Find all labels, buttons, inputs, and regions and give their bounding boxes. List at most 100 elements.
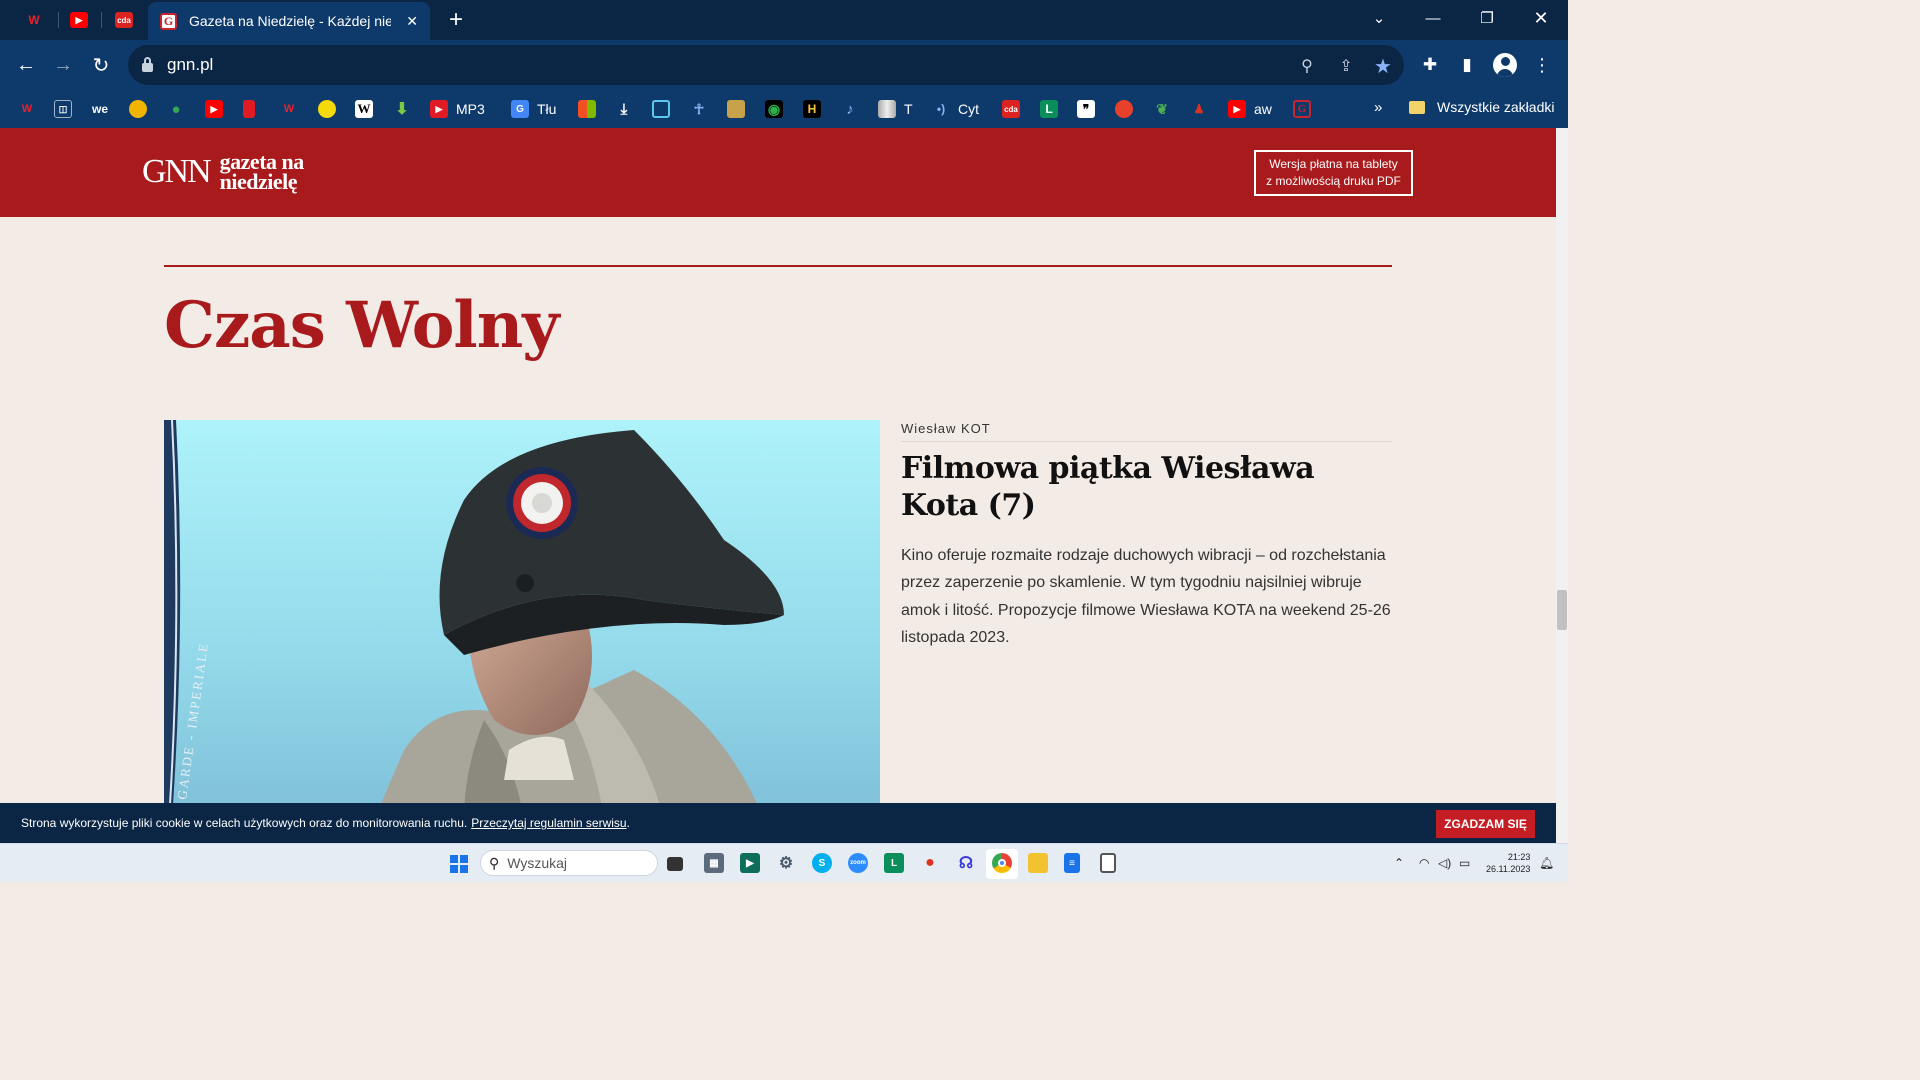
bookmark-youtube[interactable]: ▶ xyxy=(205,99,223,119)
yellow-circle-icon xyxy=(318,100,336,118)
tab-search-chevron-icon[interactable]: ⌄ xyxy=(1353,0,1405,36)
bookmark-star-icon[interactable]: ★ xyxy=(1372,55,1394,78)
tab-separator xyxy=(101,12,102,28)
bookmark-cyt[interactable]: •) Cyt xyxy=(932,99,979,119)
bookmark-gnn[interactable]: G xyxy=(1293,99,1311,119)
bookmark-leaf[interactable]: ❦ xyxy=(1153,99,1171,119)
volume-icon[interactable]: ◁) xyxy=(1438,856,1451,870)
chrome-icon[interactable] xyxy=(992,853,1012,873)
windows-start-icon[interactable] xyxy=(450,855,468,873)
notepad-icon[interactable]: ≡ xyxy=(1064,853,1080,873)
settings-gear-icon[interactable]: ⚙ xyxy=(776,853,796,873)
skype-icon[interactable]: S xyxy=(812,853,832,873)
minimize-button[interactable]: — xyxy=(1407,0,1459,36)
bookmark-cda[interactable]: cda xyxy=(1002,99,1020,119)
pinned-tab-youtube[interactable]: ▶ xyxy=(59,0,99,40)
gnn-favicon-icon: G xyxy=(160,12,177,30)
bookmark-download[interactable]: ⤓ xyxy=(615,99,633,119)
menu-kebab-icon[interactable]: ⋮ xyxy=(1531,54,1553,76)
tray-chevron-icon[interactable]: ⌃ xyxy=(1394,856,1404,870)
pdf-button-line-2: z możliwością druku PDF xyxy=(1266,174,1401,188)
pinned-tab-wp[interactable]: W xyxy=(14,0,54,40)
bookmark-brazil[interactable]: ◉ xyxy=(765,99,783,119)
task-view-icon[interactable] xyxy=(667,857,683,871)
taskbar-clock[interactable]: 21:23 26.11.2023 xyxy=(1486,851,1530,875)
close-window-button[interactable]: ✕ xyxy=(1515,0,1567,36)
zoom-icon[interactable]: zoom xyxy=(848,853,868,873)
tomato-icon xyxy=(1115,100,1133,118)
lock-icon[interactable] xyxy=(142,56,153,72)
document-icon[interactable] xyxy=(1100,853,1116,873)
pinned-tab-cda[interactable]: cda xyxy=(104,0,144,40)
bookmark-translate[interactable]: G Tłu xyxy=(511,99,556,119)
accept-cookies-button[interactable]: ZGADZAM SIĘ xyxy=(1436,810,1535,838)
url-text[interactable]: gnn.pl xyxy=(167,55,213,75)
bookmark-cat[interactable]: ◫ xyxy=(54,99,72,119)
bookmark-photo[interactable] xyxy=(727,99,745,119)
bookmark-figure[interactable]: ☥ xyxy=(690,99,708,119)
bookmark-quote[interactable]: ❞ xyxy=(1077,99,1095,119)
wp-icon: W xyxy=(21,103,33,115)
reload-button[interactable]: ↻ xyxy=(86,50,116,80)
bookmark-tomato[interactable] xyxy=(1115,99,1133,119)
bookmark-crop[interactable] xyxy=(652,99,670,119)
bookmark-mp3[interactable]: ▶ MP3 xyxy=(430,99,485,119)
figure-icon: ☥ xyxy=(693,100,705,117)
bookmark-red[interactable] xyxy=(243,99,255,119)
battery-icon[interactable]: ▭ xyxy=(1459,856,1470,870)
bookmark-we[interactable]: we xyxy=(91,99,109,119)
calculator-icon[interactable]: ▦ xyxy=(704,853,724,873)
page-scrollbar-thumb[interactable] xyxy=(1557,590,1567,630)
all-bookmarks-folder[interactable]: Wszystkie zakładki xyxy=(1409,99,1554,115)
bookmark-download-green[interactable]: ⬇ xyxy=(393,99,411,119)
gnn-logo[interactable]: GNN gazeta na niedzielę xyxy=(142,151,304,194)
music-note-icon: ♪ xyxy=(846,100,854,118)
pdf-version-button[interactable]: Wersja płatna na tablety z możliwością d… xyxy=(1254,150,1413,196)
back-button[interactable]: ← xyxy=(11,50,41,80)
bookmark-yellow[interactable] xyxy=(318,99,336,119)
notifications-bell-icon[interactable]: 🔔︎ xyxy=(1539,856,1554,870)
bookmark-red-figure[interactable]: ♟ xyxy=(1190,99,1208,119)
youtube-icon: ▶ xyxy=(70,12,88,28)
active-tab-title: Gazeta na Niedzielę - Każdej niedzieli xyxy=(189,13,391,29)
forward-button[interactable]: → xyxy=(48,50,78,80)
address-bar[interactable]: gnn.pl ⚲ ⇪ ★ xyxy=(128,45,1404,85)
paint-icon[interactable]: ● xyxy=(920,853,940,873)
file-explorer-icon[interactable] xyxy=(1028,853,1048,873)
profile-avatar[interactable] xyxy=(1493,53,1517,77)
side-panel-icon[interactable]: ▮ xyxy=(1456,54,1478,76)
bookmark-history[interactable]: H xyxy=(803,99,821,119)
extensions-icon[interactable]: ✚ xyxy=(1419,54,1441,76)
cda-icon: cda xyxy=(1002,100,1020,118)
share-icon[interactable]: ⇪ xyxy=(1335,55,1357,77)
bookmark-t[interactable]: T xyxy=(878,99,913,119)
media-player-icon[interactable]: ▶ xyxy=(740,853,760,873)
headphones-icon[interactable]: ☊ xyxy=(956,853,976,873)
restore-button[interactable]: ❐ xyxy=(1461,0,1513,36)
logo-mark: GNN xyxy=(142,153,212,190)
logo-line-2: niedzielę xyxy=(219,169,298,194)
more-bookmarks-chevron-icon[interactable]: » xyxy=(1374,99,1382,116)
bookmark-music[interactable]: ♪ xyxy=(841,99,859,119)
bookmark-wikipedia[interactable]: W xyxy=(355,99,373,119)
bookmark-wp2[interactable]: W xyxy=(280,99,298,119)
terms-link[interactable]: Przeczytaj regulamin serwisu xyxy=(471,816,626,830)
close-tab-icon[interactable]: ✕ xyxy=(406,13,418,30)
active-tab[interactable]: G Gazeta na Niedzielę - Każdej niedzieli… xyxy=(148,2,430,40)
bookmark-maps[interactable]: ● xyxy=(167,99,185,119)
wifi-icon[interactable]: ◠ xyxy=(1419,856,1429,870)
bookmark-wp[interactable]: W xyxy=(18,99,36,119)
article-author[interactable]: Wiesław KOT xyxy=(901,421,991,436)
new-tab-button[interactable]: + xyxy=(442,6,470,34)
bookmark-film[interactable] xyxy=(129,99,147,119)
zoom-icon[interactable]: ⚲ xyxy=(1296,55,1318,77)
article-headline[interactable]: Filmowa piątka Wiesława Kota (7) xyxy=(901,450,1381,524)
download-arrow-icon: ⬇ xyxy=(395,101,409,118)
bookmark-l[interactable]: L xyxy=(1040,99,1058,119)
page-scrollbar[interactable] xyxy=(1556,128,1568,803)
article-hero-image[interactable]: GARDE - IMPERIALE xyxy=(164,420,880,803)
bookmark-aw[interactable]: ▶ aw xyxy=(1228,99,1272,119)
bookmark-microsoft[interactable] xyxy=(578,99,596,119)
taskbar-search[interactable]: ⚲ Wyszukaj xyxy=(480,850,658,876)
l-app-icon[interactable]: L xyxy=(884,853,904,873)
